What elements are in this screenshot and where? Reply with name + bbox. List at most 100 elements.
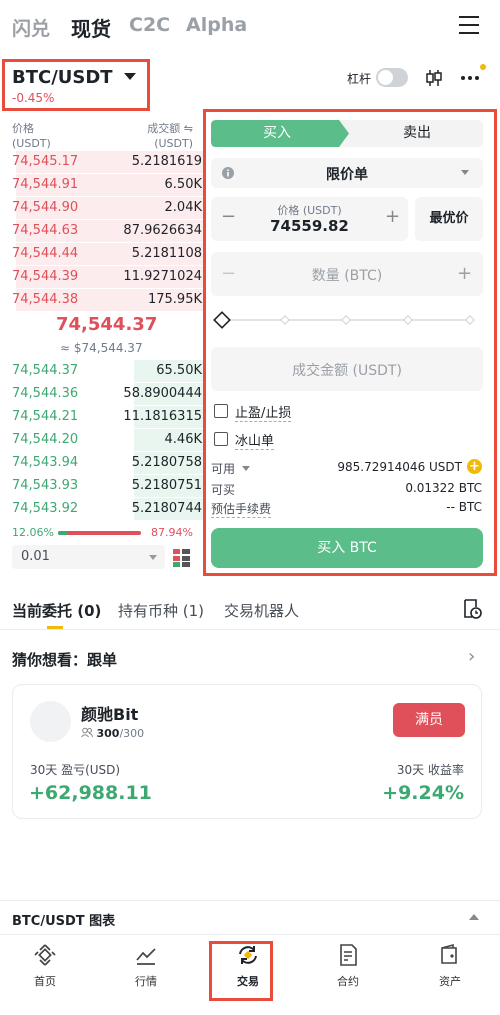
copy-trader-card[interactable]: 颜驰Bit 300/300 满员 30天 盈亏(USD) +62,988.11 … <box>12 684 482 819</box>
markets-icon <box>136 948 156 965</box>
ask-amount: 87.9626634 <box>123 223 202 238</box>
ask-row[interactable]: 74,544.39 11.9271024 <box>12 265 206 288</box>
ask-row[interactable]: 74,544.44 5.2181108 <box>12 242 206 265</box>
followers-max: /300 <box>119 727 145 740</box>
ask-price: 74,544.38 <box>12 292 79 307</box>
guess-title: 猜你想看：跟单 <box>12 651 118 669</box>
plus-icon[interactable]: + <box>385 206 400 228</box>
sell-tab[interactable]: 卖出 <box>351 120 483 147</box>
ask-amount: 175.95K <box>147 292 202 307</box>
ask-row[interactable]: 74,544.38 175.95K <box>12 288 206 311</box>
caret-down-icon[interactable] <box>123 73 136 80</box>
available-label[interactable]: 可用 <box>211 460 250 477</box>
bid-row[interactable]: 74,543.93 5.2180751 <box>12 474 206 497</box>
bid-row[interactable]: 74,543.94 5.2180758 <box>12 451 206 474</box>
tp-sl-checkbox[interactable] <box>214 404 228 418</box>
candlestick-icon[interactable] <box>425 68 443 88</box>
add-funds-icon[interactable]: + <box>467 459 482 474</box>
divider <box>0 934 500 935</box>
best-price-button[interactable]: 最优价 <box>415 197 483 241</box>
price-label: 价格 (USDT) <box>277 204 342 217</box>
price-input[interactable]: − 价格 (USDT) 74559.82 + <box>211 197 408 241</box>
ask-row[interactable]: 74,545.17 5.2181619 <box>12 150 206 173</box>
menu-icon[interactable] <box>459 16 479 34</box>
nav-home-label: 首页 <box>34 975 56 988</box>
caret-up-icon[interactable] <box>469 914 479 920</box>
chevron-right-icon[interactable]: › <box>468 646 475 667</box>
can-buy-value: 0.01322 BTC <box>405 481 482 495</box>
bid-amount: 5.2180758 <box>131 455 202 470</box>
tab-holdings[interactable]: 持有币种 (1) <box>118 600 204 621</box>
bid-row[interactable]: 74,543.92 5.2180744 <box>12 497 206 520</box>
tp-sl-label[interactable]: 止盈/止损 <box>235 402 292 422</box>
ask-row[interactable]: 74,544.63 87.9626634 <box>12 219 206 242</box>
leverage-label: 杠杆 <box>347 72 372 86</box>
fee-label[interactable]: 预估手续费 <box>211 500 272 518</box>
pair-name[interactable]: BTC/USDT <box>12 67 113 88</box>
tab-spot[interactable]: 现货 <box>71 13 111 42</box>
precision-select[interactable]: 0.01 <box>12 545 165 569</box>
ask-row[interactable]: 74,544.91 6.50K <box>12 173 206 196</box>
bid-row[interactable]: 74,544.37 65.50K <box>12 359 206 382</box>
buy-btc-button[interactable]: 买入 BTC <box>211 528 483 568</box>
ask-amount: 2.04K <box>164 200 202 215</box>
nav-futures-label: 合约 <box>337 975 359 988</box>
order-history-icon[interactable] <box>461 598 483 620</box>
total-input[interactable]: 成交金额 (USDT) <box>211 347 483 391</box>
quantity-input[interactable]: − 数量 (BTC) + <box>211 252 483 296</box>
ask-amount: 5.2181108 <box>131 246 202 261</box>
tab-alpha[interactable]: Alpha <box>186 14 247 36</box>
plus-icon[interactable]: + <box>457 263 472 285</box>
caret-down-icon <box>241 466 250 471</box>
caret-down-icon <box>461 170 469 175</box>
leverage-toggle[interactable] <box>376 68 408 87</box>
order-type-select[interactable]: 限价单 <box>211 158 483 188</box>
nav-markets-label: 行情 <box>135 975 157 988</box>
ob-amount-header[interactable]: 成交额 ⇋ (USDT) <box>118 121 193 151</box>
full-button[interactable]: 满员 <box>393 703 465 737</box>
ratio-bar <box>58 531 141 535</box>
bid-price: 74,543.94 <box>12 455 79 470</box>
price-value[interactable]: 74559.82 <box>211 217 408 235</box>
ob-amount-label: 成交额 <box>147 122 181 135</box>
tab-c2c[interactable]: C2C <box>129 14 170 36</box>
more-icon[interactable] <box>459 63 489 85</box>
roi-value: +9.24% <box>382 782 464 804</box>
users-icon <box>81 727 93 738</box>
bid-price: 74,543.93 <box>12 478 79 493</box>
orderbook-layout-icon[interactable] <box>172 548 192 568</box>
bid-price: 74,544.36 <box>12 386 79 401</box>
iceberg-label[interactable]: 冰山单 <box>235 430 275 450</box>
chart-bar-title[interactable]: BTC/USDT 图表 <box>12 910 115 929</box>
tab-open-orders[interactable]: 当前委托 (0) <box>12 600 101 621</box>
tab-trading-bots[interactable]: 交易机器人 <box>224 600 299 621</box>
tab-flash-swap[interactable]: 闪兑 <box>12 14 50 41</box>
bid-row[interactable]: 74,544.21 11.1816315 <box>12 405 206 428</box>
amount-slider[interactable] <box>212 310 482 330</box>
bid-row[interactable]: 74,544.36 58.8900444 <box>12 382 206 405</box>
pair-selector[interactable]: BTC/USDT <box>12 67 136 88</box>
roi-label: 30天 收益率 <box>396 763 464 777</box>
buy-tab[interactable]: 买入 <box>211 120 343 147</box>
futures-icon <box>340 944 357 966</box>
swap-icon[interactable]: ⇋ <box>184 122 193 135</box>
nav-assets[interactable]: 资产 <box>420 943 480 989</box>
caret-down-icon <box>149 555 157 560</box>
bid-price: 74,543.92 <box>12 501 79 516</box>
iceberg-checkbox[interactable] <box>214 432 228 446</box>
nav-markets[interactable]: 行情 <box>116 943 176 989</box>
nav-futures[interactable]: 合约 <box>318 943 378 989</box>
available-text: 可用 <box>211 462 236 476</box>
nav-home[interactable]: 首页 <box>15 943 75 989</box>
can-buy-label: 可买 <box>211 483 236 497</box>
ask-price: 74,544.91 <box>12 177 79 192</box>
followers-count: 300 <box>96 727 120 740</box>
last-price[interactable]: 74,544.37 <box>56 314 157 335</box>
ask-row[interactable]: 74,544.90 2.04K <box>12 196 206 219</box>
bid-amount: 11.1816315 <box>123 409 202 424</box>
fee-value: -- BTC <box>446 500 482 514</box>
total-placeholder: 成交金额 (USDT) <box>292 363 402 379</box>
bid-row[interactable]: 74,544.20 4.46K <box>12 428 206 451</box>
precision-value: 0.01 <box>21 549 50 564</box>
bid-price: 74,544.21 <box>12 409 79 424</box>
